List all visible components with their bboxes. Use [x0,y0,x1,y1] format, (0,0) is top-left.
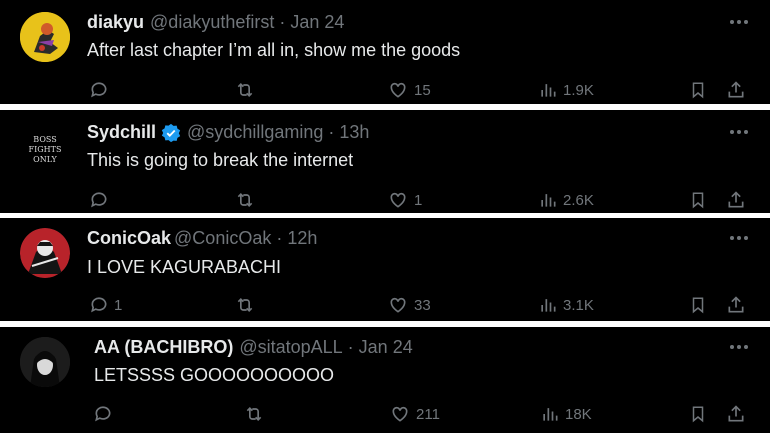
more-icon [730,130,748,134]
like-count: 211 [416,405,440,423]
separator: · [328,122,335,142]
author-name[interactable]: diakyu [87,12,144,33]
tweet-text: I LOVE KAGURABACHI [87,257,282,277]
views-icon [541,84,556,97]
retweet-button[interactable] [234,190,261,210]
bookmark-button[interactable] [689,80,707,100]
retweet-button[interactable] [234,295,261,315]
share-button[interactable] [726,80,746,100]
author-handle[interactable]: @diakyuthefirst [150,12,274,33]
bookmark-icon [692,297,704,314]
tweet[interactable]: AA (BACHIBRO) @sitatopALL · Jan 24 LETSS… [0,327,770,433]
avatar-logo-text: BOSS [33,135,56,144]
avatar[interactable] [20,337,70,387]
separator: · [347,337,354,357]
more-icon [730,236,748,240]
retweet-icon [237,297,253,313]
timestamp[interactable]: 12h [287,228,317,249]
bookmark-icon [692,406,704,423]
like-button[interactable]: 211 [389,404,440,424]
tweet-text: After last chapter I’m all in, show me t… [87,40,461,60]
reply-button[interactable] [89,190,114,210]
more-options-button[interactable] [730,20,748,24]
view-count: 2.6K [563,191,594,209]
author-handle[interactable]: @sitatopALL [239,337,342,358]
author-handle[interactable]: @sydchillgaming [187,122,323,143]
retweet-button[interactable] [234,80,261,100]
tweet[interactable]: diakyu @diakyuthefirst · Jan 24 After la… [0,0,770,104]
retweet-icon [246,406,262,422]
author-handle[interactable]: @ConicOak [174,228,271,249]
view-count: 18K [565,405,592,423]
views-button[interactable]: 2.6K [538,190,594,210]
more-options-button[interactable] [730,345,748,349]
svg-text:ONLY: ONLY [33,155,57,164]
tweet-text: LETSSSS GOOOOOOOOOO [94,365,335,385]
share-icon [728,405,744,422]
retweet-icon [237,82,253,98]
tweet[interactable]: ConicOak @ConicOak · 12h I LOVE KAGURABA… [0,218,770,321]
view-count: 3.1K [563,296,594,314]
share-icon [728,296,744,313]
bookmark-button[interactable] [689,295,707,315]
author-name[interactable]: AA (BACHIBRO) [94,337,233,358]
heart-icon [392,406,408,422]
like-button[interactable]: 33 [387,295,431,315]
reply-icon [91,192,107,208]
like-button[interactable]: 1 [387,190,422,210]
share-icon [728,81,744,98]
reply-button[interactable] [93,404,118,424]
views-button[interactable]: 1.9K [538,80,594,100]
like-button[interactable]: 15 [387,80,431,100]
svg-text:FIGHTS: FIGHTS [29,145,62,154]
bookmark-icon [692,82,704,99]
author-name[interactable]: ConicOak [87,228,171,249]
tweet-text: This is going to break the internet [87,150,354,170]
retweet-icon [237,192,253,208]
more-options-button[interactable] [730,130,748,134]
views-icon [541,194,556,207]
author-name[interactable]: Sydchill [87,122,156,143]
verified-badge-icon [161,123,181,143]
avatar[interactable] [20,228,70,278]
more-icon [730,20,748,24]
heart-icon [390,192,406,208]
reply-icon [91,82,107,98]
share-icon [728,191,744,208]
reply-icon [95,406,111,422]
reply-button[interactable] [89,80,114,100]
heart-icon [390,297,406,313]
tweet[interactable]: BOSS FIGHTS ONLY Sydchill @sydchillgamin… [0,110,770,213]
timestamp[interactable]: 13h [339,122,369,143]
separator: · [276,228,283,248]
retweet-button[interactable] [243,404,270,424]
bookmark-icon [692,192,704,209]
views-icon [541,299,556,312]
avatar[interactable]: BOSS FIGHTS ONLY [20,122,70,172]
reply-icon [91,297,107,313]
more-options-button[interactable] [730,236,748,240]
more-icon [730,345,748,349]
share-button[interactable] [726,404,746,424]
separator: · [279,12,286,32]
share-button[interactable] [726,190,746,210]
reply-count: 1 [114,296,123,314]
bookmark-button[interactable] [689,190,707,210]
reply-button[interactable]: 1 [89,295,122,315]
views-button[interactable]: 18K [540,404,592,424]
avatar[interactable] [20,12,70,62]
timestamp[interactable]: Jan 24 [290,12,344,33]
like-count: 1 [414,191,423,209]
share-button[interactable] [726,295,746,315]
views-button[interactable]: 3.1K [538,295,594,315]
timestamp[interactable]: Jan 24 [359,337,413,358]
bookmark-button[interactable] [689,404,707,424]
heart-icon [390,82,406,98]
view-count: 1.9K [563,81,594,99]
views-icon [543,408,558,421]
like-count: 15 [414,81,431,99]
like-count: 33 [414,296,431,314]
